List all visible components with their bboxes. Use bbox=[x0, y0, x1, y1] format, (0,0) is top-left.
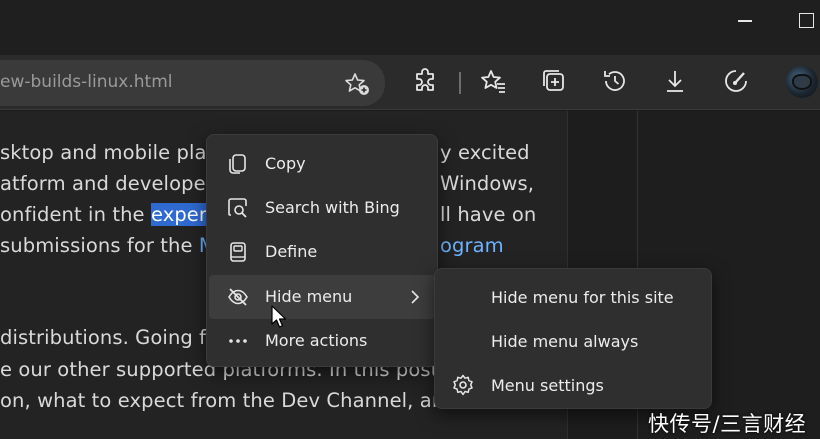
menu-item-label: More actions bbox=[265, 331, 368, 350]
menu-item-hide-menu[interactable]: Hide menu bbox=[209, 275, 435, 319]
paragraph-line-3-right: ll have on bbox=[440, 203, 537, 226]
paragraph-line-3: onfident in the experi bbox=[0, 203, 213, 226]
chevron-right-icon bbox=[411, 290, 420, 304]
paragraph-line-2: atform and develope bbox=[0, 172, 206, 195]
gear-icon bbox=[453, 374, 473, 396]
dictionary-icon bbox=[230, 242, 246, 262]
toolbar-separator bbox=[459, 72, 461, 94]
add-favorite-icon[interactable] bbox=[344, 72, 370, 96]
context-menu: Copy Search with Bing Define Hide menu M… bbox=[206, 134, 438, 367]
paragraph-line-7: on, what to expect from the Dev Channel,… bbox=[0, 389, 457, 412]
address-text[interactable]: ew-builds-linux.html bbox=[0, 72, 172, 92]
program-link-end[interactable]: ogram bbox=[440, 234, 504, 257]
minimize-button[interactable] bbox=[735, 10, 757, 32]
more-dots-icon bbox=[229, 339, 247, 343]
submenu-item-label: Hide menu for this site bbox=[491, 288, 674, 307]
menu-item-search-with-bing[interactable]: Search with Bing bbox=[207, 186, 437, 230]
submenu-item-hide-always[interactable]: Hide menu always bbox=[435, 319, 711, 363]
submenu-item-menu-settings[interactable]: Menu settings bbox=[435, 363, 711, 407]
selected-text[interactable]: experi bbox=[150, 203, 213, 226]
maximize-button[interactable] bbox=[796, 10, 818, 32]
paragraph-line-1: sktop and mobile plat bbox=[0, 141, 215, 164]
menu-item-label: Copy bbox=[265, 154, 306, 173]
performance-icon[interactable] bbox=[722, 67, 750, 95]
history-icon[interactable] bbox=[601, 67, 629, 95]
watermark-text: 快传号/三言财经 bbox=[648, 412, 807, 436]
hide-eye-icon bbox=[228, 288, 248, 306]
copy-icon bbox=[229, 154, 246, 174]
paragraph-line-5: distributions. Going f bbox=[0, 326, 207, 349]
menu-item-define[interactable]: Define bbox=[207, 230, 437, 274]
submenu-item-label: Menu settings bbox=[491, 376, 604, 395]
favorites-icon[interactable] bbox=[479, 67, 507, 95]
extensions-icon[interactable] bbox=[411, 67, 439, 95]
paragraph-line-1-right: y excited bbox=[440, 141, 530, 164]
browser-toolbar: ew-builds-linux.html bbox=[0, 55, 820, 110]
menu-item-label: Hide menu bbox=[265, 287, 353, 306]
paragraph-line-4: submissions for the M bbox=[0, 234, 216, 257]
search-bing-icon bbox=[228, 198, 247, 218]
paragraph-line-2-right: Windows, bbox=[440, 172, 535, 195]
menu-item-label: Define bbox=[265, 242, 318, 261]
profile-avatar[interactable] bbox=[786, 66, 818, 98]
submenu-item-label: Hide menu always bbox=[491, 332, 639, 351]
collections-icon[interactable] bbox=[540, 67, 568, 95]
hide-menu-submenu: Hide menu for this site Hide menu always… bbox=[434, 268, 712, 409]
menu-item-more-actions[interactable]: More actions bbox=[207, 319, 437, 363]
menu-item-label: Search with Bing bbox=[265, 198, 400, 217]
submenu-item-hide-for-site[interactable]: Hide menu for this site bbox=[435, 275, 711, 319]
mouse-cursor-icon bbox=[271, 305, 287, 328]
downloads-icon[interactable] bbox=[661, 67, 689, 95]
menu-item-copy[interactable]: Copy bbox=[207, 142, 437, 186]
title-bar bbox=[0, 0, 820, 55]
address-bar[interactable]: ew-builds-linux.html bbox=[0, 60, 385, 106]
